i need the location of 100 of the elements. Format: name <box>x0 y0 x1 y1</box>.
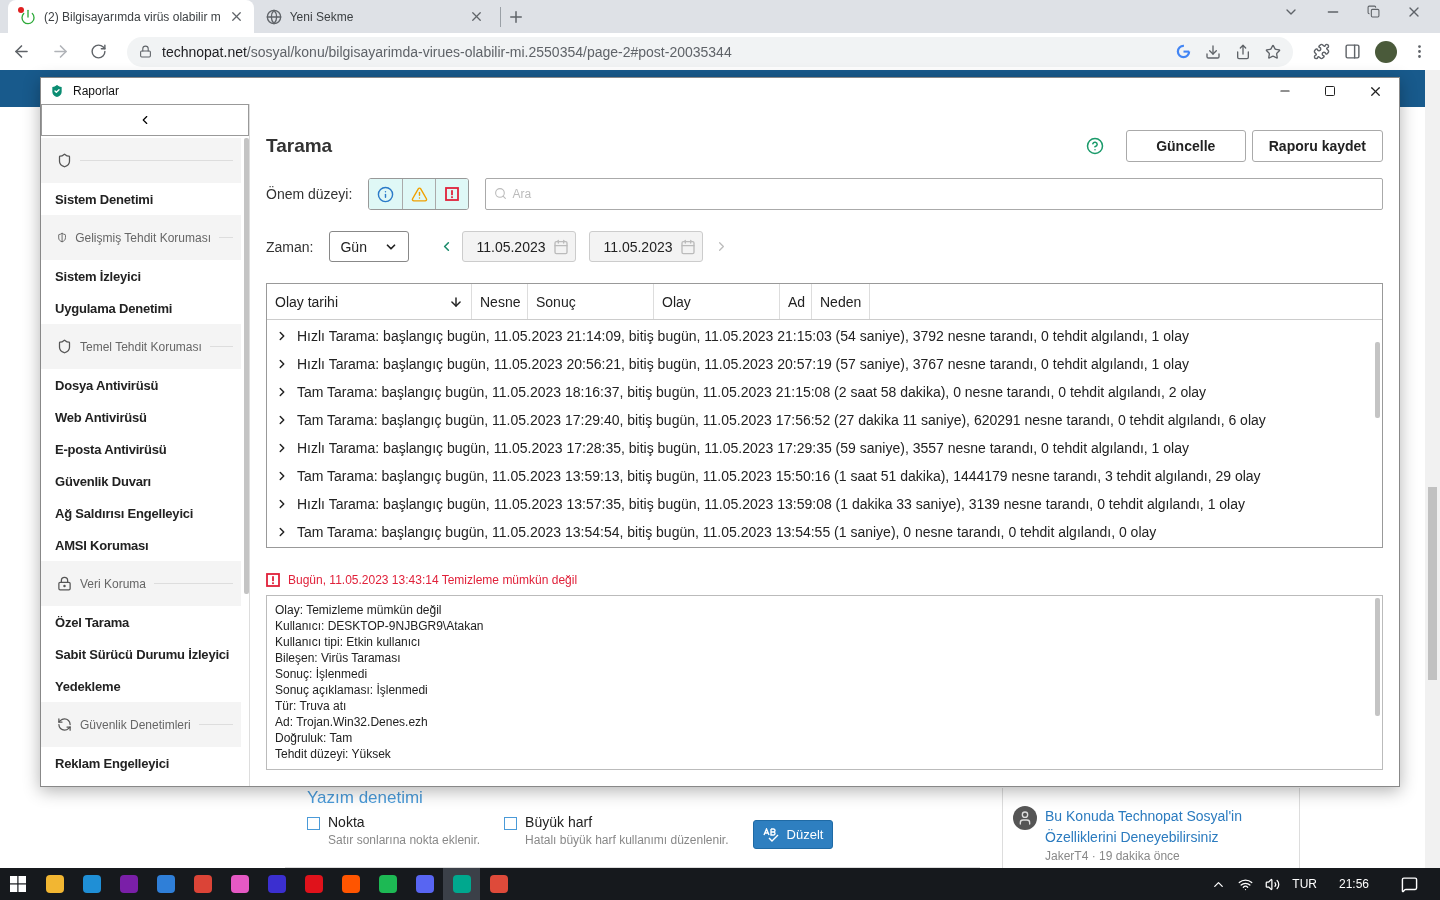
scrollbar-thumb[interactable] <box>244 138 249 594</box>
alert-icon <box>266 573 280 587</box>
column-header[interactable]: Nesne <box>472 284 528 319</box>
section-title: Yazım denetimi <box>307 788 424 808</box>
star-icon[interactable] <box>1265 43 1281 60</box>
detail-line: Olay: Temizleme mümkün değil <box>275 602 443 618</box>
side-panel-icon[interactable] <box>1344 43 1361 60</box>
fix-button[interactable]: Düzelt <box>752 820 834 849</box>
detail-line: Sonuç açıklaması: İşlenmedi <box>275 682 429 698</box>
restore-icon[interactable] <box>1367 3 1380 20</box>
notification-icon[interactable] <box>1401 875 1418 893</box>
table-row[interactable]: Hızlı Tarama: başlangıç bugün, 11.05.2023 13:57:35, bitiş bugün, 11.05.2023 13:59:08 (1 dakika 33 saniye), 3139 nesne tarandı, 0 tehdit algılandı, 1 olay <box>267 490 1382 518</box>
sidebar-item[interactable]: Web Antivirüsü <box>41 401 241 433</box>
sidebar-item[interactable]: Güvenlik Duvarı <box>41 465 241 497</box>
related-link[interactable]: Bu Konuda Technopat Sosyal'in Özelliklerini Deneyebilirsiniz <box>1045 806 1289 848</box>
column-header[interactable]: Olay <box>654 284 780 319</box>
spellcheck-icon <box>762 827 781 842</box>
sidebar-item[interactable]: AMSI Koruması <box>41 529 241 561</box>
checkbox[interactable] <box>307 817 320 830</box>
table-row[interactable]: Hızlı Tarama: başlangıç bugün, 11.05.2023 20:56:21, bitiş bugün, 11.05.2023 20:57:19 (57 saniye), 3767 nesne tarandı, 0 tehdit algılandı, 1 olay <box>267 350 1382 378</box>
event-title: Bugün, 11.05.2023 13:43:14 Temizleme mümkün değil <box>288 573 578 587</box>
checkbox[interactable] <box>504 817 518 830</box>
scrollbar-thumb[interactable] <box>1375 342 1380 418</box>
table-row[interactable]: Tam Tarama: başlangıç bugün, 11.05.2023 13:54:54, bitiş bugün, 11.05.2023 13:54:55 (1 saniye), 0 nesne tarandı, 0 tehdit algılandı, 0 olay <box>267 518 1382 546</box>
back-icon[interactable] <box>12 42 31 61</box>
address-bar[interactable]: technopat.net/sosyal/konu/bilgisayarimda-virues-olabilir-mi.2550354/page-2#post-20035344 <box>127 36 1293 67</box>
sort-arrow-icon <box>449 294 463 309</box>
sidebar-item[interactable]: E-posta Antivirüsü <box>41 433 241 465</box>
option-hint: Satır sonlarına nokta eklenir. <box>328 833 481 847</box>
app-icon <box>230 875 249 893</box>
severity-toggle[interactable] <box>435 179 469 209</box>
app-icon <box>378 875 397 893</box>
sidebar-item[interactable]: Sistem İzleyici <box>41 260 241 292</box>
app-icon <box>267 875 286 893</box>
column-header[interactable]: Ad <box>780 284 812 319</box>
calendar-icon <box>680 238 697 255</box>
sidebar-item[interactable]: Sistem Denetimi <box>41 183 241 215</box>
date-field[interactable]: 11.05.2023 <box>589 231 704 262</box>
column-header[interactable]: Sonuç <box>528 284 654 319</box>
volume-icon[interactable] <box>1265 876 1281 892</box>
period-select[interactable]: Gün <box>329 231 410 262</box>
detail-line: Tür: Truva atı <box>275 698 348 714</box>
sidebar-item[interactable]: Sabit Sürücü Durumu İzleyici <box>41 638 241 670</box>
globe-icon <box>265 8 282 25</box>
language-indicator[interactable]: TUR <box>1292 877 1317 891</box>
collapse-button[interactable] <box>41 104 249 136</box>
app-icon <box>82 875 101 893</box>
maximize-icon[interactable] <box>1324 83 1336 99</box>
padlock-icon <box>57 576 72 591</box>
browser-tab[interactable]: Yeni Sekme <box>253 0 494 33</box>
sidebar-item[interactable]: Dosya Antivirüsü <box>41 369 241 401</box>
sidebar-item[interactable]: Reklam Engelleyici <box>41 747 241 779</box>
puzzle-icon[interactable] <box>1313 43 1330 60</box>
app-icon <box>119 875 138 893</box>
group-label: Güvenlik Denetimleri <box>80 717 191 732</box>
app-icon <box>452 875 471 893</box>
table-row[interactable]: Hızlı Tarama: başlangıç bugün, 11.05.2023 21:14:09, bitiş bugün, 11.05.2023 21:15:03 (54 saniye), 3792 nesne tarandı, 0 tehdit algılandı, 1 olay <box>267 322 1382 350</box>
sidebar-item[interactable]: Ağ Saldırısı Engelleyici <box>41 497 241 529</box>
wifi-icon[interactable] <box>1238 876 1254 892</box>
shield-icon <box>57 153 72 168</box>
detail-line: Kullanıcı tipi: Etkin kullanıcı <box>275 634 422 650</box>
browser-tab[interactable]: (2) Bilgisayarımda virüs olabilir m <box>8 0 254 33</box>
column-header[interactable]: Neden <box>812 284 870 319</box>
detail-line: Kullanıcı: DESKTOP-9NJBGR9\Atakan <box>275 618 485 634</box>
scrollbar-thumb[interactable] <box>1375 598 1380 716</box>
share-icon[interactable] <box>1235 43 1251 60</box>
app-icon <box>489 875 508 893</box>
severity-toggle[interactable] <box>369 179 403 209</box>
severity-toggle[interactable] <box>402 179 436 209</box>
reload-icon[interactable] <box>90 43 107 60</box>
clock[interactable]: 21:56 <box>1338 877 1369 891</box>
sidebar-item[interactable]: Uygulama Denetimi <box>41 292 241 324</box>
field-label: Zaman: <box>266 238 314 255</box>
table-row[interactable]: Hızlı Tarama: başlangıç bugün, 11.05.2023 17:28:35, bitiş bugün, 11.05.2023 17:29:35 (59 saniye), 3557 nesne tarandı, 0 tehdit algılandı, 1 olay <box>267 434 1382 462</box>
detail-line: Tehdit düzeyi: Yüksek <box>275 746 392 762</box>
warning-icon <box>410 185 428 203</box>
action-button[interactable]: Güncelle <box>1125 130 1246 162</box>
detail-line: Sonuç: İşlenmedi <box>275 666 369 682</box>
post-meta: JakerT4 · 19 dakika önce <box>1045 849 1181 863</box>
window-title: Raporlar <box>73 84 120 98</box>
shield-icon <box>57 230 68 245</box>
table-row[interactable]: Tam Tarama: başlangıç bugün, 11.05.2023 13:59:13, bitiş bugün, 11.05.2023 15:50:16 (1 saat 51 dakika), 1444179 nesne tarandı, 3 tehdit algılandı, 29 olay <box>267 462 1382 490</box>
search-field[interactable]: Ara <box>485 178 1383 210</box>
table-row[interactable]: Tam Tarama: başlangıç bugün, 11.05.2023 18:16:37, bitiş bugün, 11.05.2023 21:15:08 (2 saat 58 dakika), 0 nesne tarandı, 0 tehdit algılandı, 2 olay <box>267 378 1382 406</box>
profile-avatar[interactable] <box>1375 40 1397 63</box>
option-label: Nokta <box>328 814 366 830</box>
detail-line: Doğruluk: Tam <box>275 730 354 746</box>
avatar <box>1013 806 1037 830</box>
option-label: Büyük harf <box>525 814 594 830</box>
download-icon[interactable] <box>1205 43 1221 60</box>
column-header[interactable]: Olay tarihi <box>267 284 472 319</box>
sidebar-item[interactable]: Yedekleme <box>41 670 241 702</box>
scrollbar-thumb[interactable] <box>1428 487 1437 680</box>
action-button[interactable]: Raporu kaydet <box>1251 130 1383 162</box>
sidebar-item[interactable]: Özel Tarama <box>41 606 241 638</box>
table-row[interactable]: Tam Tarama: başlangıç bugün, 11.05.2023 17:29:40, bitiş bugün, 11.05.2023 17:56:52 (27 dakika 11 saniye), 620291 nesne tarandı, 0 tehdit algılandı, 6 olay <box>267 406 1382 434</box>
shield-icon <box>49 83 65 99</box>
google-icon[interactable] <box>1176 44 1191 59</box>
help-icon[interactable] <box>1085 137 1104 155</box>
date-field[interactable]: 11.05.2023 <box>462 231 577 262</box>
